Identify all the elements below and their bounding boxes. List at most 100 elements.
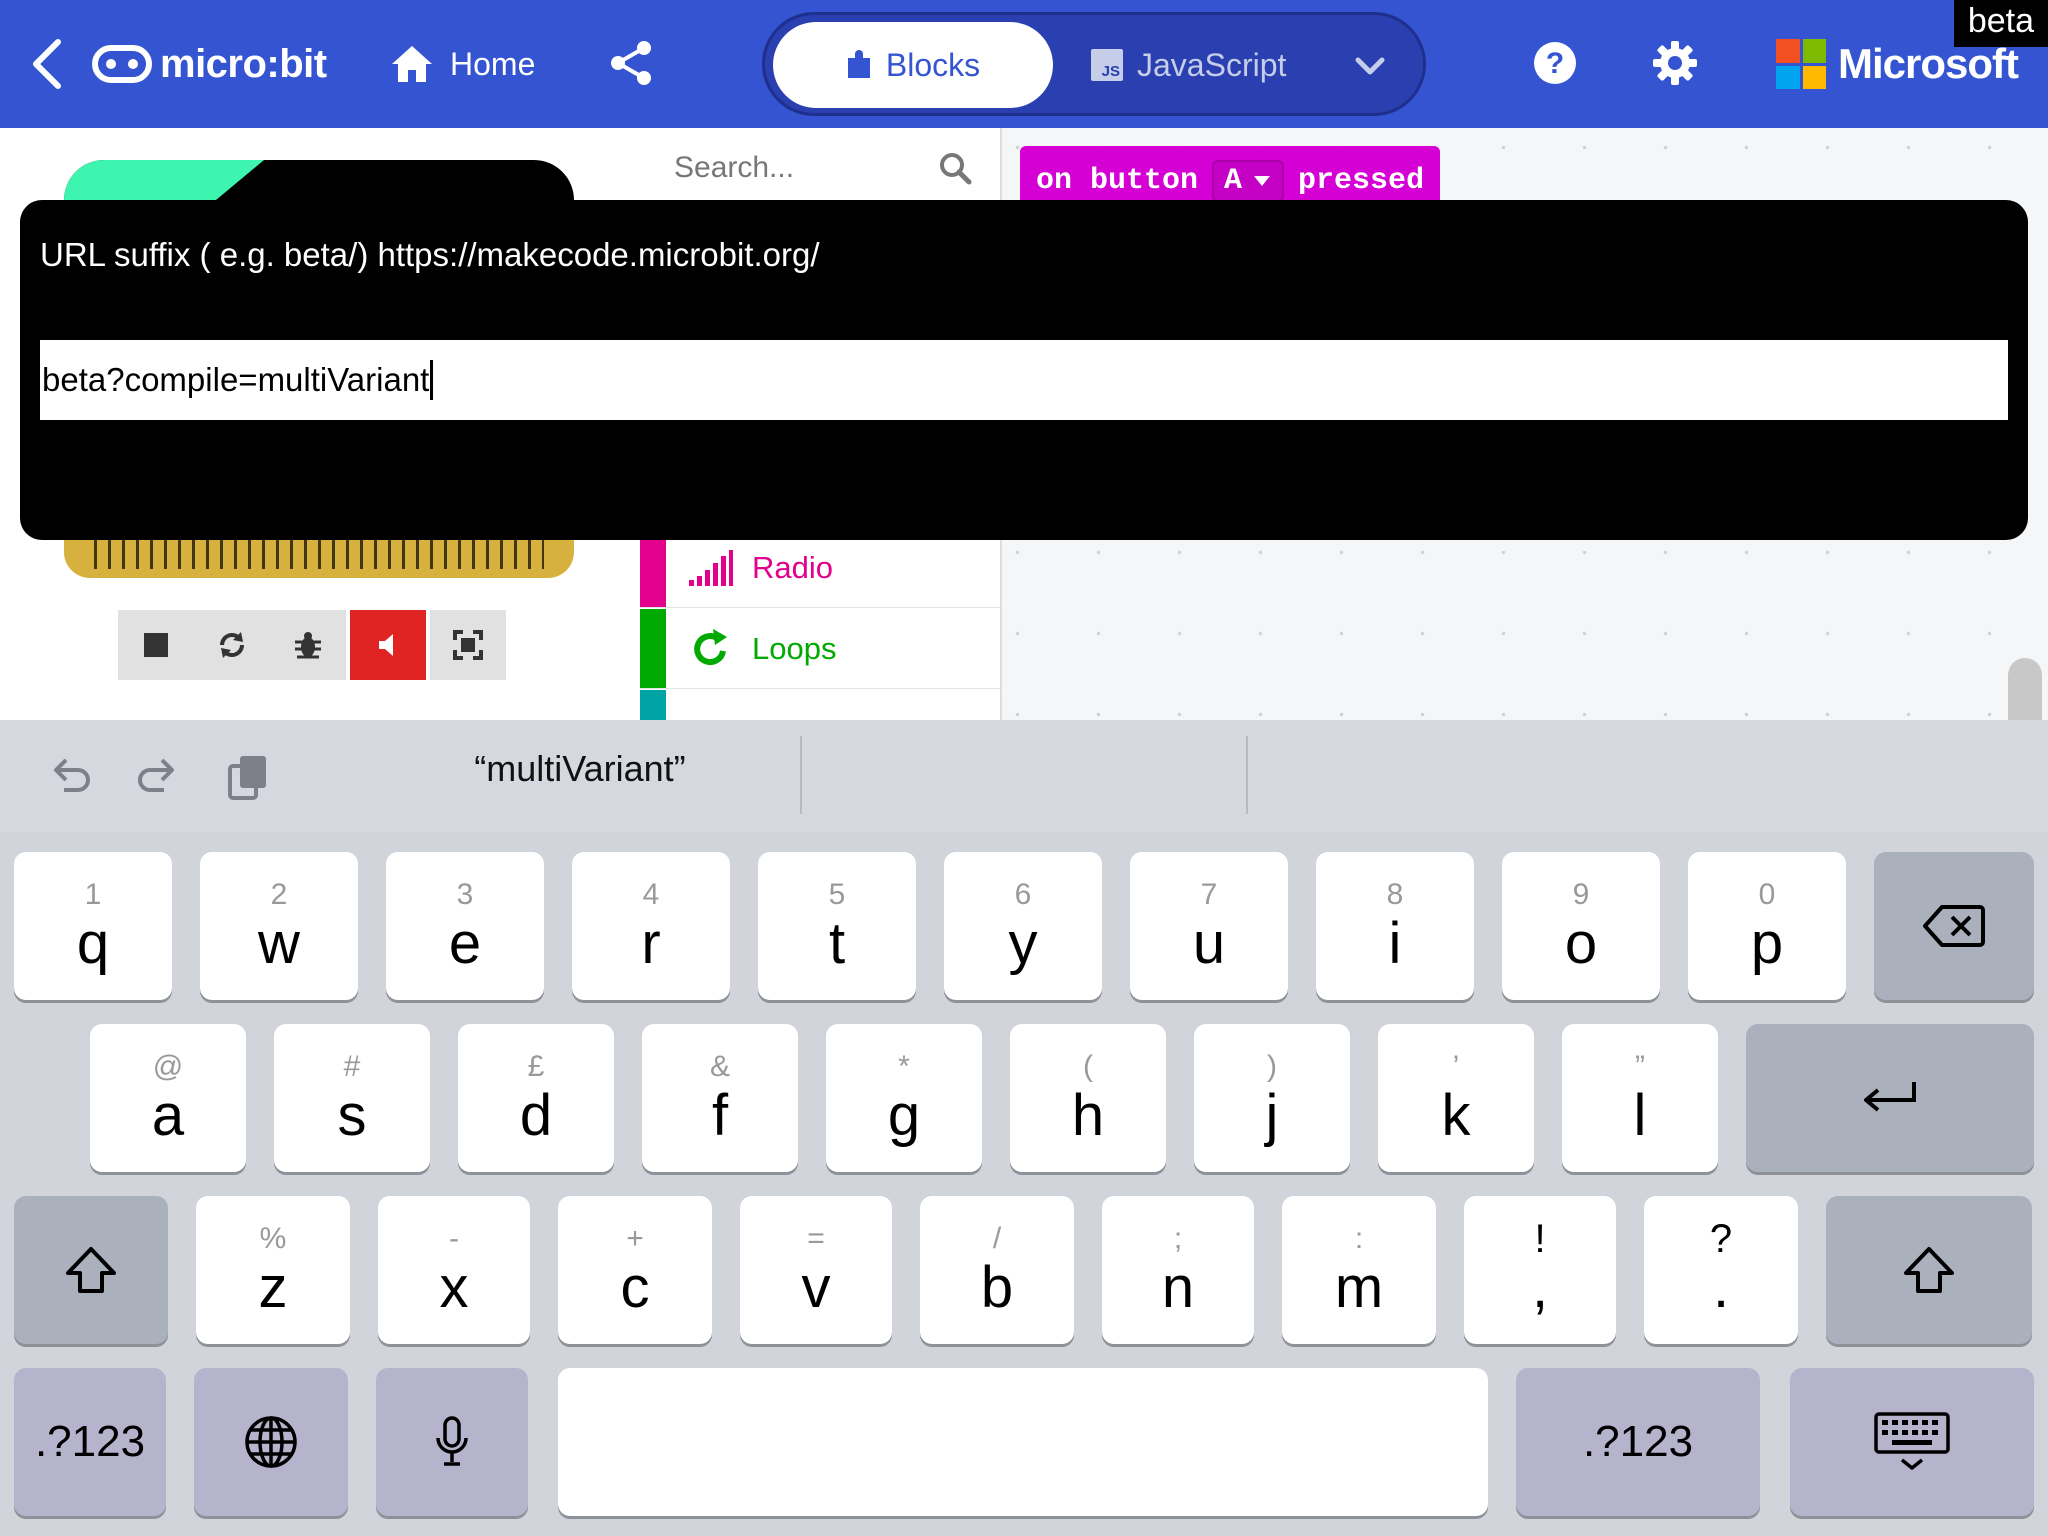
key-alt: ? [1709, 1217, 1733, 1261]
key-alt: 1 [84, 878, 102, 911]
return-icon [1864, 1082, 1916, 1112]
key-char: z [258, 1255, 288, 1320]
url-suffix-input[interactable]: beta?compile=multiVariant [40, 340, 2008, 420]
key-z[interactable]: % z [196, 1196, 350, 1344]
numbers-key-right[interactable]: .?123 [1516, 1368, 1760, 1516]
key-char: s [337, 1083, 367, 1148]
tab-javascript[interactable]: JS JavaScript [1091, 22, 1321, 108]
space-bar[interactable] [558, 1368, 1488, 1516]
key-alt: % [259, 1222, 287, 1255]
key-n[interactable]: ; n [1102, 1196, 1254, 1344]
top-menu-bar: micro:bit Home Blocks JS JavaScript ? Mi… [0, 0, 2048, 128]
key-alt: : [1354, 1222, 1364, 1255]
home-button[interactable]: Home [390, 36, 535, 92]
share-icon[interactable] [608, 38, 658, 88]
key-b[interactable]: / b [920, 1196, 1074, 1344]
toolbox-category-loops[interactable]: Loops [640, 609, 1002, 689]
key-d[interactable]: £ d [458, 1024, 614, 1172]
key-t[interactable]: 5t [758, 852, 916, 1000]
key-h[interactable]: (h [1010, 1024, 1166, 1172]
delete-key[interactable] [1874, 852, 2034, 1000]
hide-keyboard-key[interactable] [1790, 1368, 2034, 1516]
backspace-icon [1923, 905, 1985, 947]
key-comma[interactable]: !, [1464, 1196, 1616, 1344]
key-alt: 2 [270, 878, 288, 911]
dictation-key[interactable] [376, 1368, 528, 1516]
globe-key[interactable] [194, 1368, 348, 1516]
key-o[interactable]: 9o [1502, 852, 1660, 1000]
key-char: u [1192, 911, 1226, 976]
key-p[interactable]: 0p [1688, 852, 1846, 1000]
keyboard-dismiss-icon [1874, 1412, 1950, 1470]
key-alt: 4 [642, 878, 660, 911]
key-f[interactable]: & f [642, 1024, 798, 1172]
toolbox-category-radio[interactable]: Radio [640, 528, 1002, 608]
key-alt: 9 [1572, 878, 1590, 911]
shift-key-left[interactable] [14, 1196, 168, 1344]
key-alt: = [807, 1222, 825, 1255]
key-alt: & [709, 1050, 730, 1083]
key-y[interactable]: 6y [944, 852, 1102, 1000]
key-w[interactable]: 2w [200, 852, 358, 1000]
key-m[interactable]: :m [1282, 1196, 1436, 1344]
key-char: a [151, 1083, 185, 1148]
numbers-key-left[interactable]: .?123 [14, 1368, 166, 1516]
search-input[interactable]: Search... [640, 128, 1002, 208]
key-char: r [641, 911, 661, 976]
tab-blocks[interactable]: Blocks [773, 22, 1053, 108]
back-arrow-icon[interactable] [28, 34, 72, 94]
key-r[interactable]: 4r [572, 852, 730, 1000]
shift-icon [66, 1247, 116, 1293]
redo-icon[interactable] [132, 750, 184, 802]
block-text: on button [1036, 164, 1199, 198]
key-char: c [620, 1255, 650, 1320]
button-dropdown[interactable]: A [1212, 160, 1285, 202]
key-char: p [1750, 911, 1784, 976]
key-alt: ” [1635, 1050, 1645, 1083]
key-q[interactable]: 1q [14, 852, 172, 1000]
help-icon[interactable]: ? [1532, 38, 1582, 88]
return-key[interactable] [1746, 1024, 2034, 1172]
key-c[interactable]: + c [558, 1196, 712, 1344]
restart-button[interactable] [194, 610, 270, 680]
key-u[interactable]: 7u [1130, 852, 1288, 1000]
microsoft-squares-icon [1776, 39, 1826, 89]
debug-button[interactable] [270, 610, 346, 680]
key-i[interactable]: 8i [1316, 852, 1474, 1000]
key-l[interactable]: ” l [1562, 1024, 1718, 1172]
undo-icon[interactable] [44, 750, 96, 802]
key-a[interactable]: @ a [90, 1024, 246, 1172]
key-alt: ( [1083, 1050, 1093, 1083]
key-e[interactable]: 3e [386, 852, 544, 1000]
loop-arrow-icon [686, 624, 736, 674]
search-placeholder: Search... [674, 150, 795, 184]
key-v[interactable]: = v [740, 1196, 892, 1344]
key-char: w [258, 911, 300, 976]
key-alt: 5 [828, 878, 846, 911]
gear-icon[interactable] [1652, 38, 1702, 88]
svg-text:?: ? [1546, 47, 1564, 80]
stop-button[interactable] [118, 610, 194, 680]
shift-key-right[interactable] [1826, 1196, 2032, 1344]
key-j[interactable]: ) j [1194, 1024, 1350, 1172]
workspace-scrollbar[interactable] [2008, 658, 2042, 720]
key-char: , [1531, 1255, 1549, 1320]
key-period[interactable]: ?. [1644, 1196, 1798, 1344]
microbit-logo[interactable]: micro:bit [92, 34, 327, 94]
chevron-down-icon[interactable] [1345, 41, 1395, 91]
key-alt: 3 [456, 878, 474, 911]
key-k[interactable]: ’ k [1378, 1024, 1534, 1172]
search-icon[interactable] [938, 151, 972, 185]
autocorrect-suggestion[interactable]: “multiVariant” [360, 748, 800, 790]
key-x[interactable]: -x [378, 1196, 530, 1344]
key-s[interactable]: # s [274, 1024, 430, 1172]
toolbox-category-next[interactable] [640, 690, 1002, 720]
key-g[interactable]: * g [826, 1024, 982, 1172]
key-char: x [439, 1255, 469, 1320]
category-label: Radio [752, 549, 833, 585]
key-char: e [448, 911, 482, 976]
prompt-label: URL suffix ( e.g. beta/) https://makecod… [40, 236, 820, 273]
mute-button[interactable] [350, 610, 426, 680]
fullscreen-button[interactable] [430, 610, 506, 680]
paste-icon[interactable] [222, 750, 274, 802]
